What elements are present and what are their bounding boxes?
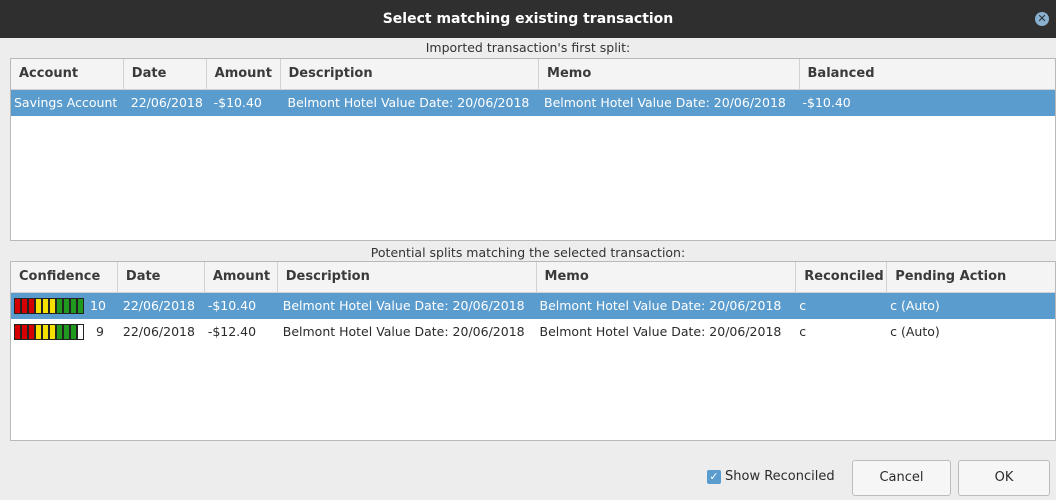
confidence-segment (42, 324, 49, 340)
title-bar: Select matching existing transaction ✕ (0, 0, 1056, 38)
confidence-value: 9 (96, 324, 104, 339)
column-header-memo[interactable]: Memo (537, 262, 797, 292)
confidence-segment (63, 324, 70, 340)
close-icon[interactable]: ✕ (1035, 12, 1049, 26)
confidence-segment (14, 298, 21, 314)
show-reconciled-checkbox[interactable]: ✓ Show Reconciled (707, 469, 835, 484)
cell-pending-action: c (Auto) (890, 324, 940, 339)
cell-description: Belmont Hotel Value Date: 20/06/2018 (282, 324, 525, 339)
imported-section-label: Imported transaction's first split: (425, 40, 631, 55)
confidence-meter (14, 298, 84, 314)
confidence-segment (21, 298, 28, 314)
confidence-segment (35, 298, 42, 314)
confidence-segment (14, 324, 21, 340)
column-header-description[interactable]: Description (278, 262, 537, 292)
imported-row[interactable]: Savings Account 22/06/2018 -$10.40 Belmo… (11, 90, 1055, 116)
column-header-amount[interactable]: Amount (205, 262, 278, 292)
confidence-segment (21, 324, 28, 340)
cell-memo: Belmont Hotel Value Date: 20/06/2018 (539, 324, 782, 339)
confidence-segment (70, 298, 77, 314)
cell-pending-action: c (Auto) (890, 298, 940, 313)
potential-row[interactable]: 9 22/06/2018 -$12.40 Belmont Hotel Value… (11, 319, 1055, 345)
column-header-description[interactable]: Description (281, 59, 540, 89)
confidence-segment (56, 298, 63, 314)
confidence-segment (28, 298, 35, 314)
confidence-segment (63, 298, 70, 314)
cell-amount: -$10.40 (207, 298, 257, 313)
imported-split-table: Account Date Amount Description Memo Bal… (10, 58, 1056, 241)
confidence-segment (35, 324, 42, 340)
cell-description: Belmont Hotel Value Date: 20/06/2018 (287, 95, 530, 110)
imported-table-header: Account Date Amount Description Memo Bal… (11, 59, 1055, 90)
confidence-meter (14, 324, 84, 340)
potential-table-header: Confidence Date Amount Description Memo … (11, 262, 1055, 293)
cell-memo: Belmont Hotel Value Date: 20/06/2018 (539, 298, 782, 313)
cell-balanced: -$10.40 (802, 95, 851, 110)
column-header-memo[interactable]: Memo (539, 59, 800, 89)
confidence-segment (77, 298, 84, 314)
cell-reconciled: c (799, 298, 807, 313)
column-header-date[interactable]: Date (118, 262, 205, 292)
show-reconciled-label[interactable]: Show Reconciled (725, 469, 835, 484)
potential-section-label: Potential splits matching the selected t… (370, 245, 686, 260)
cell-account: Savings Account (14, 95, 118, 110)
cell-confidence: 9 (11, 319, 118, 345)
cell-description: Belmont Hotel Value Date: 20/06/2018 (282, 298, 525, 313)
confidence-segment (49, 298, 56, 314)
confidence-segment (70, 324, 77, 340)
potential-row[interactable]: 10 22/06/2018 -$10.40 Belmont Hotel Valu… (11, 293, 1055, 319)
cell-date: 22/06/2018 (122, 324, 195, 339)
dialog-footer: ✓ Show Reconciled Cancel OK (0, 443, 1056, 500)
cell-reconciled: c (799, 324, 807, 339)
check-icon[interactable]: ✓ (707, 469, 721, 484)
column-header-balanced[interactable]: Balanced (800, 59, 1055, 89)
cell-confidence: 10 (11, 293, 118, 319)
confidence-segment (77, 324, 84, 340)
column-header-account[interactable]: Account (11, 59, 124, 89)
confidence-segment (42, 298, 49, 314)
potential-splits-table: Confidence Date Amount Description Memo … (10, 261, 1056, 441)
cancel-button[interactable]: Cancel (852, 460, 951, 496)
window-title: Select matching existing transaction (382, 11, 674, 27)
ok-button[interactable]: OK (958, 460, 1050, 496)
cell-amount: -$10.40 (213, 95, 262, 110)
cell-memo: Belmont Hotel Value Date: 20/06/2018 (544, 95, 786, 110)
column-header-amount[interactable]: Amount (207, 59, 281, 89)
confidence-segment (56, 324, 63, 340)
confidence-segment (49, 324, 56, 340)
cell-date: 22/06/2018 (122, 298, 195, 313)
column-header-confidence[interactable]: Confidence (11, 262, 118, 292)
cell-date: 22/06/2018 (130, 95, 203, 110)
confidence-segment (28, 324, 35, 340)
column-header-reconciled[interactable]: Reconciled (796, 262, 888, 292)
confidence-value: 10 (90, 298, 106, 313)
cell-amount: -$12.40 (207, 324, 257, 339)
column-header-pending-action[interactable]: Pending Action (887, 262, 1055, 292)
column-header-date[interactable]: Date (124, 59, 207, 89)
